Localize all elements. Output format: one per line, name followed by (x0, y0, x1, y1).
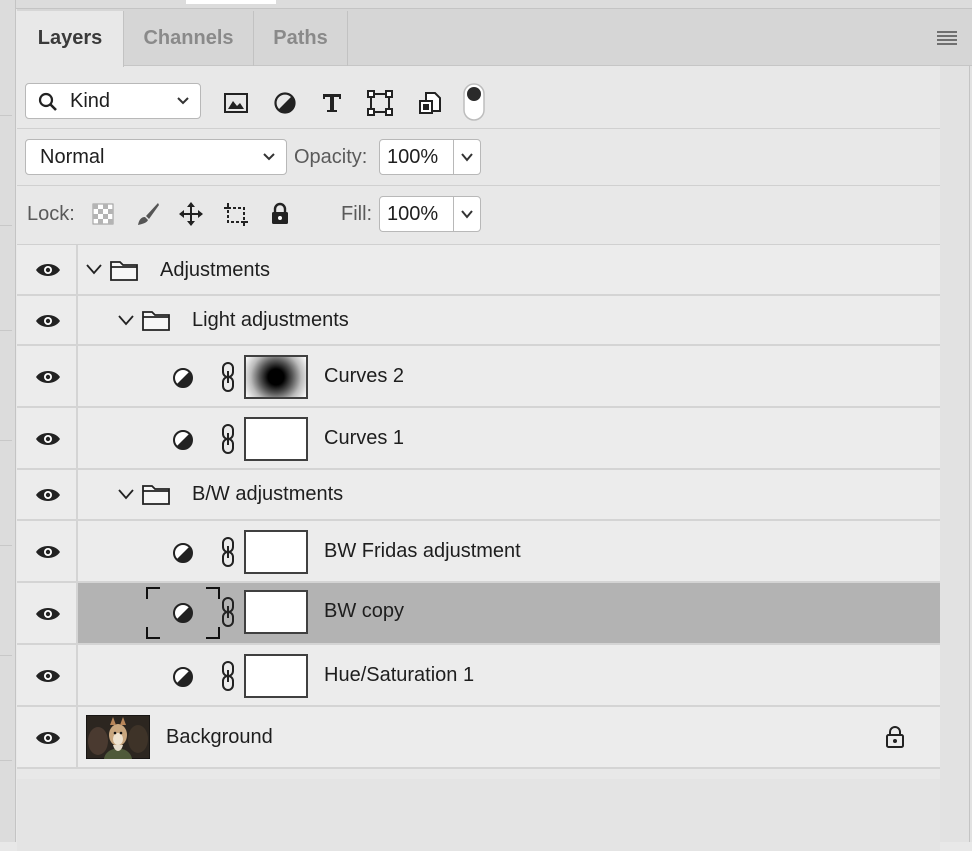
layer-name[interactable]: Background (166, 726, 273, 749)
left-panel-edge (0, 0, 16, 842)
eye-icon[interactable] (35, 487, 61, 503)
layer-mask-thumbnail[interactable] (244, 590, 308, 634)
folder-icon (142, 311, 170, 331)
link-icon[interactable] (220, 423, 236, 455)
lock-artboard-icon[interactable] (223, 201, 249, 227)
layer-row-bw-fridas-adjustment[interactable]: BW Fridas adjustment (17, 521, 940, 583)
opacity-field[interactable]: 100% (379, 139, 481, 175)
empty-layers-area (17, 779, 940, 851)
search-icon (38, 92, 57, 111)
fill-field[interactable]: 100% (379, 196, 481, 232)
visibility-cell (17, 408, 78, 468)
visibility-cell (17, 645, 78, 705)
eye-icon[interactable] (35, 431, 61, 447)
lock-label: Lock: (27, 203, 75, 225)
smart-object-filter-icon[interactable] (417, 90, 443, 116)
adjustment-layer-icon[interactable] (172, 602, 194, 624)
eye-icon[interactable] (35, 369, 61, 385)
link-icon[interactable] (220, 536, 236, 568)
lock-position-icon[interactable] (178, 201, 204, 227)
filter-kind-label: Kind (70, 90, 111, 112)
eye-icon[interactable] (35, 544, 61, 560)
chevron-down-icon (177, 97, 189, 105)
background-image-thumbnail[interactable] (86, 715, 150, 759)
visibility-cell (17, 583, 78, 643)
tab-layers[interactable]: Layers (17, 11, 124, 67)
chevron-down-icon[interactable] (86, 263, 102, 275)
eye-icon[interactable] (35, 262, 61, 278)
opacity-value[interactable]: 100% (387, 140, 438, 174)
adjustment-layer-icon[interactable] (172, 542, 194, 564)
right-scroll-area (940, 66, 972, 842)
lock-row: Lock: Fill: 100% (17, 186, 972, 245)
panel-tab-bar: Layers Channels Paths (17, 9, 972, 67)
shape-filter-icon[interactable] (367, 90, 393, 116)
chevron-down-icon[interactable] (118, 314, 134, 326)
lock-transparent-pixels-icon[interactable] (92, 203, 114, 225)
layer-row-hue-saturation-1[interactable]: Hue/Saturation 1 (17, 645, 940, 707)
top-panel-edge (16, 0, 972, 9)
visibility-cell (17, 470, 78, 519)
link-icon[interactable] (220, 596, 236, 628)
layer-name[interactable]: B/W adjustments (192, 483, 343, 506)
layer-mask-thumbnail[interactable] (244, 417, 308, 461)
tab-channels[interactable]: Channels (124, 11, 254, 66)
layer-name[interactable]: Adjustments (160, 259, 270, 282)
type-filter-icon[interactable] (319, 90, 345, 116)
blend-row: Normal Opacity: 100% (17, 129, 972, 186)
layer-row-bw-copy[interactable]: BW copy (17, 583, 940, 645)
layer-row-curves-1[interactable]: Curves 1 (17, 408, 940, 470)
chevron-down-icon[interactable] (118, 488, 134, 500)
eye-icon[interactable] (35, 668, 61, 684)
visibility-cell (17, 245, 78, 294)
blend-mode-value: Normal (40, 146, 105, 168)
chevron-down-icon (263, 153, 275, 161)
folder-icon (110, 261, 138, 281)
layer-name[interactable]: Light adjustments (192, 309, 349, 332)
filter-row: Kind (17, 66, 972, 129)
layer-mask-thumbnail[interactable] (244, 654, 308, 698)
visibility-cell (17, 296, 78, 344)
adjustment-layer-icon[interactable] (172, 367, 194, 389)
layer-name[interactable]: Hue/Saturation 1 (324, 664, 474, 687)
eye-icon[interactable] (35, 606, 61, 622)
adjustment-layer-icon[interactable] (172, 666, 194, 688)
layer-name[interactable]: Curves 2 (324, 365, 404, 388)
layer-name[interactable]: Curves 1 (324, 427, 404, 450)
eye-icon[interactable] (35, 313, 61, 329)
layers-panel: Layers Channels Paths Kind Normal Opacit… (17, 9, 972, 851)
filter-kind-select[interactable]: Kind (25, 83, 201, 119)
image-filter-icon[interactable] (223, 90, 249, 116)
tab-paths[interactable]: Paths (254, 11, 348, 66)
adjustment-layer-icon[interactable] (172, 429, 194, 451)
folder-icon (142, 485, 170, 505)
visibility-cell (17, 521, 78, 581)
visibility-cell (17, 707, 78, 767)
lock-icon[interactable] (884, 725, 906, 749)
blend-mode-select[interactable]: Normal (25, 139, 287, 175)
layer-row-curves-2[interactable]: Curves 2 (17, 346, 940, 408)
panel-menu-icon[interactable] (937, 31, 957, 45)
chevron-down-icon[interactable] (460, 150, 474, 164)
layer-mask-thumbnail[interactable] (244, 530, 308, 574)
eye-icon[interactable] (35, 730, 61, 746)
layer-name[interactable]: BW Fridas adjustment (324, 540, 521, 563)
fill-label: Fill: (341, 203, 373, 225)
link-icon[interactable] (220, 660, 236, 692)
lock-all-icon[interactable] (267, 201, 293, 227)
visibility-cell (17, 346, 78, 406)
link-icon[interactable] (220, 361, 236, 393)
filter-toggle-icon[interactable] (463, 83, 485, 121)
layer-name[interactable]: BW copy (324, 600, 404, 623)
layer-row-bw-adjustments[interactable]: B/W adjustments (17, 470, 940, 521)
layer-row-light-adjustments[interactable]: Light adjustments (17, 296, 940, 346)
layer-mask-thumbnail[interactable] (244, 355, 308, 399)
adjustment-filter-icon[interactable] (272, 90, 298, 116)
lock-image-pixels-icon[interactable] (135, 201, 161, 227)
chevron-down-icon[interactable] (460, 207, 474, 221)
layer-row-background[interactable]: Background (17, 707, 940, 769)
layer-row-adjustments[interactable]: Adjustments (17, 245, 940, 296)
fill-value[interactable]: 100% (387, 197, 438, 231)
opacity-label: Opacity: (294, 146, 368, 168)
